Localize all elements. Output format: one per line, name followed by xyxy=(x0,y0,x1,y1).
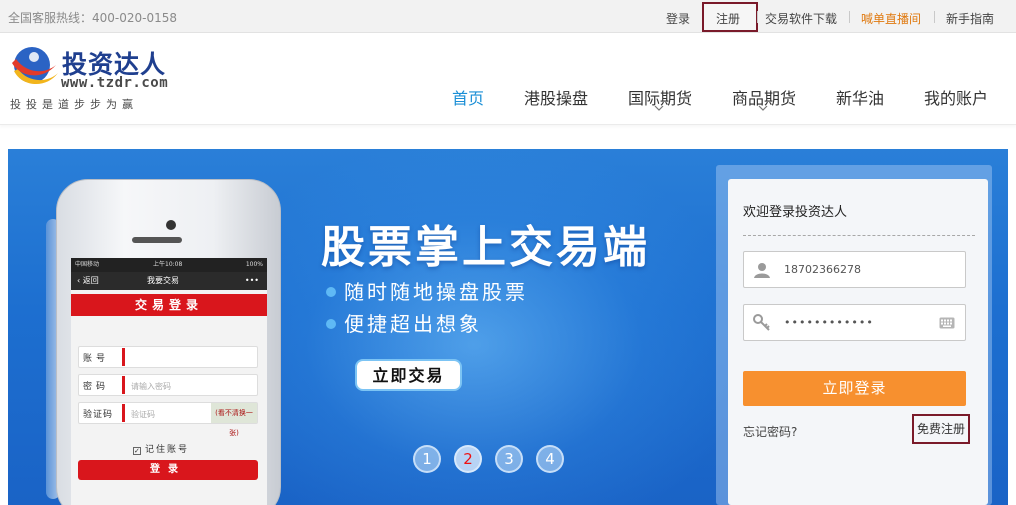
bullet-icon xyxy=(326,319,336,329)
nav-my-account[interactable]: 我的账户 xyxy=(924,85,988,109)
username-field[interactable]: 18702366278 xyxy=(743,251,966,288)
chevron-down-icon xyxy=(758,105,768,111)
phone-back-label: 返回 xyxy=(82,276,99,285)
main-nav: 首页 港股操盘 国际期货 商品期货 新华油 我的账户 xyxy=(0,33,1016,125)
top-link-login[interactable]: 登录 xyxy=(666,10,690,27)
hero-banner: 中国移动 上午10:08 100% ‹ 返回 我要交易 ••• 交易登录 账号 … xyxy=(8,149,1008,505)
top-link-live-room[interactable]: 喊单直播间 xyxy=(861,10,921,27)
phone-battery: 100% xyxy=(245,261,263,268)
top-link-beginner-guide[interactable]: 新手指南 xyxy=(946,10,994,27)
phone-account-label: 账号 xyxy=(83,354,110,364)
phone-captcha-label: 验证码 xyxy=(83,410,114,420)
nav-hk-stocks[interactable]: 港股操盘 xyxy=(524,85,588,109)
nav-home[interactable]: 首页 xyxy=(452,85,484,109)
phone-remember-label: 记住账号 xyxy=(145,445,190,455)
phone-field-marker xyxy=(122,404,125,422)
phone-status-bar: 中国移动 上午10:08 100% xyxy=(71,258,267,272)
site-header: 投资达人 www.tzdr.com 投投是道步步为赢 首页 港股操盘 国际期货 … xyxy=(0,33,1016,125)
password-field[interactable]: •••••••••••• xyxy=(743,304,966,341)
phone-speaker xyxy=(132,237,182,243)
free-register-link[interactable]: 免费注册 xyxy=(912,414,970,444)
login-panel: 欢迎登录投资达人 18702366278 •••••••••••• 立即登录 忘… xyxy=(728,179,988,505)
phone-illustration: 中国移动 上午10:08 100% ‹ 返回 我要交易 ••• 交易登录 账号 … xyxy=(56,179,281,505)
phone-field-marker xyxy=(122,348,125,366)
banner-feature-2: 便捷超出想象 xyxy=(326,308,482,337)
password-value: •••••••••••• xyxy=(784,316,874,329)
phone-captcha-placeholder: 验证码 xyxy=(131,410,155,419)
login-title: 欢迎登录投资达人 xyxy=(743,205,848,220)
phone-carrier: 中国移动 xyxy=(75,261,100,268)
phone-app-bar: ‹ 返回 我要交易 ••• xyxy=(71,272,267,290)
phone-back: ‹ 返回 xyxy=(77,276,99,285)
bullet-icon xyxy=(326,287,336,297)
forgot-password-link[interactable]: 忘记密码? xyxy=(743,423,797,440)
banner-feature-1: 随时随地操盘股票 xyxy=(326,276,528,305)
login-panel-frame: 欢迎登录投资达人 18702366278 •••••••••••• 立即登录 忘… xyxy=(716,165,992,505)
banner-feature-text: 随时随地操盘股票 xyxy=(344,280,528,304)
phone-remember: ✓ 记住账号 xyxy=(133,442,189,455)
phone-account-row: 账号 xyxy=(78,346,258,368)
login-submit-button[interactable]: 立即登录 xyxy=(743,371,966,406)
phone-screen: 中国移动 上午10:08 100% ‹ 返回 我要交易 ••• 交易登录 账号 … xyxy=(71,258,267,505)
user-icon xyxy=(754,263,770,278)
username-value: 18702366278 xyxy=(784,263,861,276)
divider xyxy=(849,11,850,23)
carousel-page-2[interactable]: 2 xyxy=(454,445,482,473)
top-link-register[interactable]: 注册 xyxy=(716,10,740,27)
carousel-page-1[interactable]: 1 xyxy=(413,445,441,473)
top-utility-bar: 全国客服热线：400-020-0158 登录 注册 交易软件下载 喊单直播间 新… xyxy=(0,0,1016,33)
phone-captcha-image: (看不清换一张) xyxy=(211,403,257,437)
customer-hotline: 全国客服热线：400-020-0158 xyxy=(8,11,178,25)
phone-field-marker xyxy=(122,376,125,394)
divider xyxy=(934,11,935,23)
carousel-page-4[interactable]: 4 xyxy=(536,445,564,473)
checkbox-icon: ✓ xyxy=(133,447,142,455)
key-icon xyxy=(753,314,770,331)
divider xyxy=(743,235,975,236)
phone-login-button: 登录 xyxy=(78,460,258,480)
banner-headline: 股票掌上交易端 xyxy=(321,222,650,273)
chevron-down-icon xyxy=(654,105,664,111)
phone-time: 上午10:08 xyxy=(153,261,183,268)
keyboard-icon[interactable] xyxy=(939,317,955,329)
divider xyxy=(757,11,758,23)
carousel-page-3[interactable]: 3 xyxy=(495,445,523,473)
nav-xinhua-oil[interactable]: 新华油 xyxy=(836,85,884,109)
phone-camera xyxy=(166,220,176,230)
trade-now-button[interactable]: 立即交易 xyxy=(355,359,462,391)
phone-more: ••• xyxy=(244,276,259,285)
banner-feature-text: 便捷超出想象 xyxy=(344,312,482,336)
phone-password-placeholder: 请输入密码 xyxy=(131,382,171,391)
phone-password-label: 密码 xyxy=(83,382,110,392)
top-link-software-download[interactable]: 交易软件下载 xyxy=(765,10,837,27)
phone-form-title: 交易登录 xyxy=(71,294,267,316)
phone-password-row: 密码 请输入密码 xyxy=(78,374,258,396)
phone-title: 我要交易 xyxy=(147,276,179,285)
phone-captcha-row: 验证码 验证码 (看不清换一张) xyxy=(78,402,258,437)
